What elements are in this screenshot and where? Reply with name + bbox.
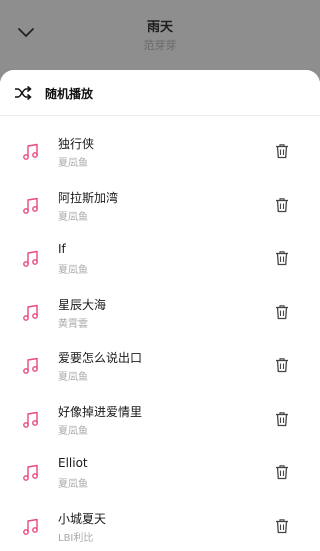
song-name: Elliot bbox=[58, 456, 88, 470]
list-item[interactable]: 星辰大海 黄霄雲 bbox=[0, 286, 320, 340]
song-artist: 夏凨鱼 bbox=[58, 425, 88, 437]
list-item[interactable]: Elliot 夏凨鱼 bbox=[0, 446, 320, 500]
shuffle-icon bbox=[15, 85, 32, 101]
music-note-icon bbox=[23, 411, 38, 428]
song-name: If bbox=[58, 242, 66, 256]
list-item[interactable]: 爱要怎么说出口 夏凨鱼 bbox=[0, 339, 320, 393]
list-item[interactable]: 独行侠 夏凨鱼 bbox=[0, 125, 320, 179]
song-title: 雨天 bbox=[146, 20, 173, 35]
music-note-icon bbox=[23, 464, 38, 481]
song-artist: 范芽芽 bbox=[143, 39, 177, 52]
song-name: 阿拉斯加湾 bbox=[58, 190, 119, 205]
trash-icon[interactable] bbox=[274, 518, 290, 534]
song-artist: 夏凨鱼 bbox=[58, 158, 88, 169]
song-artist: 夏凨鱼 bbox=[58, 372, 88, 383]
song-artist: LBI利比 bbox=[58, 532, 94, 544]
song-artist: 夏凨鱼 bbox=[58, 265, 88, 276]
music-note-icon bbox=[23, 143, 38, 160]
list-item[interactable]: 阿拉斯加湾 夏凨鱼 bbox=[0, 179, 320, 233]
song-name: 好像掉进爱情里 bbox=[58, 404, 143, 419]
trash-icon[interactable] bbox=[274, 464, 290, 480]
list-item[interactable]: 好像掉进爱情里 夏凨鱼 bbox=[0, 393, 320, 447]
trash-icon[interactable] bbox=[274, 197, 290, 213]
trash-icon[interactable] bbox=[274, 304, 290, 320]
list-item[interactable]: If 夏凨鱼 bbox=[0, 232, 320, 286]
now-playing-header: 雨天 范芽芽 bbox=[0, 0, 320, 72]
song-list: 独行侠 夏凨鱼 阿拉斯加湾 夏凨鱼 If 夏凨鱼 星辰大海 黄霄雲 爱要怎么说出口 夏凨鱼 好像掉进… bbox=[0, 125, 320, 551]
playlist-sheet: 随机播放 GALA 独行侠夏凨鱼阿拉斯加湾夏凨鱼If夏凨鱼星辰大海黄霄雲爱要怎么… bbox=[0, 70, 320, 551]
music-note-icon bbox=[23, 250, 38, 267]
music-note-icon bbox=[23, 197, 38, 214]
music-note-icon bbox=[23, 357, 38, 374]
song-name: 星辰大海 bbox=[58, 297, 107, 312]
music-note-icon bbox=[23, 304, 38, 321]
play-mode-toggle[interactable]: 随机播放 bbox=[0, 70, 320, 116]
song-name: 小城夏天 bbox=[58, 511, 107, 526]
play-mode-label: 随机播放 bbox=[45, 87, 94, 101]
song-artist: 夏凨鱼 bbox=[58, 479, 88, 490]
trash-icon[interactable] bbox=[274, 357, 290, 373]
list-item[interactable]: 小城夏天 LBI利比 bbox=[0, 500, 320, 551]
song-name: 爱要怎么说出口 bbox=[58, 351, 143, 365]
song-artist: 夏凨鱼 bbox=[58, 211, 88, 223]
song-name: 独行侠 bbox=[58, 137, 95, 151]
trash-icon[interactable] bbox=[274, 411, 290, 427]
music-note-icon bbox=[23, 518, 38, 535]
trash-icon[interactable] bbox=[274, 250, 290, 266]
song-artist: 黄霄雲 bbox=[58, 318, 88, 330]
trash-icon[interactable] bbox=[274, 143, 290, 159]
